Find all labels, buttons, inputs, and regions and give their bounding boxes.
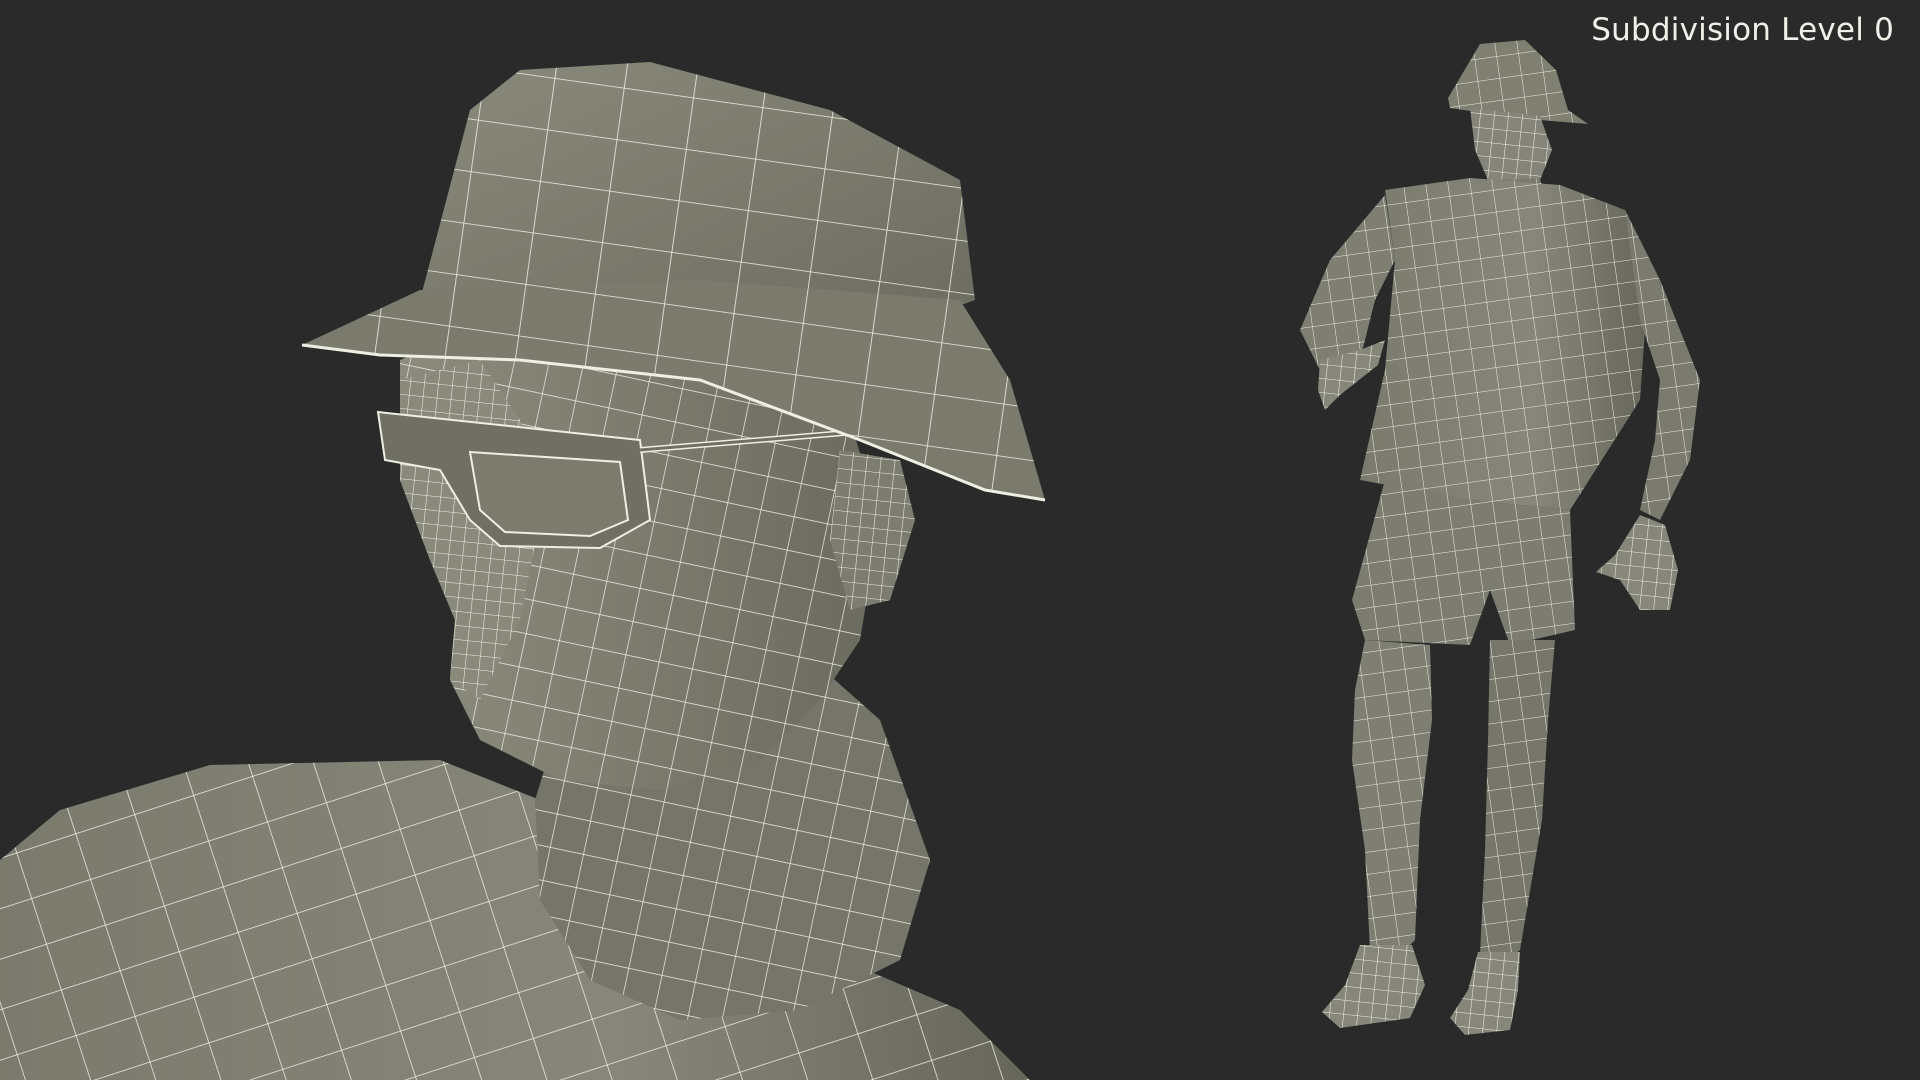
render-image: [0, 40, 1700, 1080]
render-viewport: Subdivision Level 0: [0, 0, 1920, 1080]
subdivision-level-label: Subdivision Level 0: [1591, 12, 1894, 48]
bust-closeup: [0, 62, 1046, 1080]
full-body-figure: [1300, 40, 1700, 1035]
